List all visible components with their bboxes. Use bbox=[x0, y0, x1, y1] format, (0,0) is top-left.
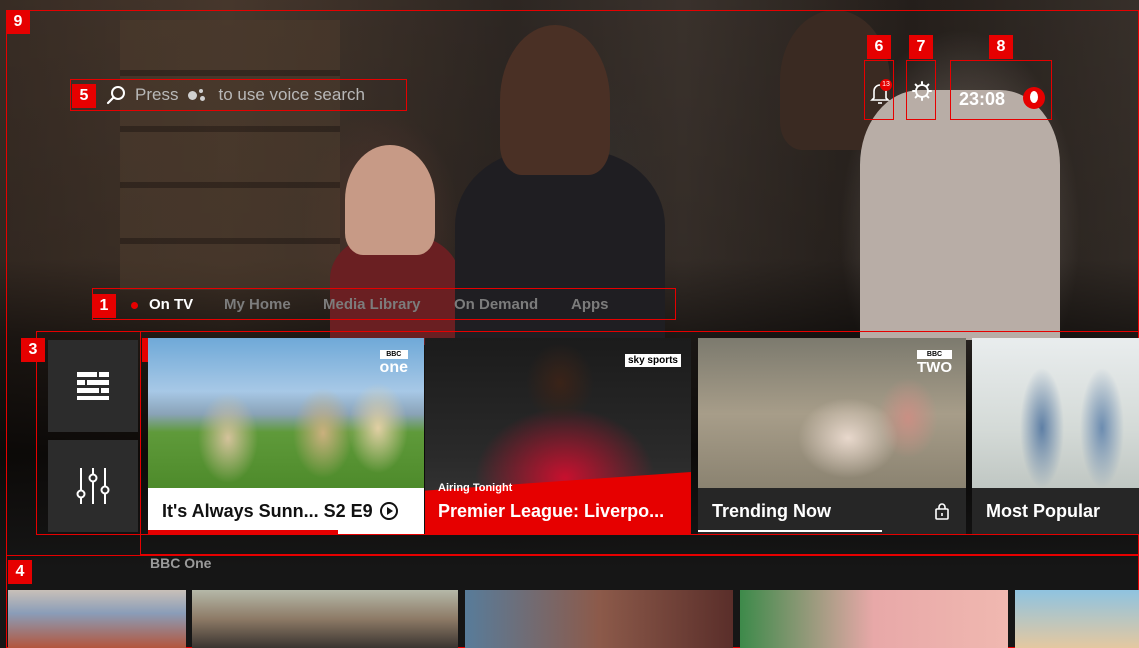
airing-tonight-badge: Airing Tonight bbox=[438, 482, 513, 494]
card-title-bar: Trending Now bbox=[698, 488, 966, 534]
guide-icon bbox=[77, 372, 109, 400]
nav-apps[interactable]: Apps bbox=[571, 296, 609, 313]
filters-button[interactable] bbox=[48, 440, 138, 532]
settings-button[interactable] bbox=[906, 60, 936, 120]
card-title-bar: Most Popular bbox=[972, 488, 1139, 534]
voice-search-bar[interactable]: Press to use voice search bbox=[70, 79, 407, 111]
card-title: Trending Now bbox=[712, 500, 831, 521]
voice-assistant-icon bbox=[188, 89, 208, 101]
clock-area: 23:08 bbox=[950, 60, 1052, 120]
card-title: Most Popular bbox=[986, 500, 1101, 521]
content-card[interactable]: sky sports Airing Tonight Premier League… bbox=[425, 338, 691, 534]
film-thumbnail bbox=[972, 338, 1139, 490]
play-icon[interactable] bbox=[379, 501, 399, 521]
annotation-label-8: 8 bbox=[989, 35, 1013, 59]
tv-home-screen: 9 Press to use voice search 5 6 13 7 8 2… bbox=[0, 0, 1139, 648]
card-title: Premier League: Liverpo... bbox=[438, 501, 665, 521]
annotation-label-6: 6 bbox=[867, 35, 891, 59]
search-icon bbox=[106, 86, 125, 105]
annotation-label-7: 7 bbox=[909, 35, 933, 59]
content-card-selected[interactable]: BBC one It's Always Sunn... S2 E9 bbox=[148, 338, 424, 534]
settings-icon bbox=[912, 81, 932, 101]
channel-logo-bbc-two: BBC TWO bbox=[917, 350, 952, 376]
watch-progress-bar bbox=[148, 530, 338, 534]
content-thumbnail[interactable] bbox=[740, 590, 1008, 648]
channel-logo-sky-sports: sky sports bbox=[624, 354, 681, 367]
nav-on-demand[interactable]: On Demand bbox=[454, 296, 538, 313]
period-drama-thumbnail: BBC TWO bbox=[698, 338, 966, 490]
most-popular-card[interactable]: Most Popular bbox=[972, 338, 1139, 534]
active-indicator-dot bbox=[131, 302, 138, 309]
card-title-bar: It's Always Sunn... S2 E9 bbox=[148, 488, 424, 534]
notifications-button[interactable]: 13 bbox=[864, 60, 894, 120]
search-prompt-prefix: Press bbox=[135, 85, 179, 104]
nav-on-tv[interactable]: On TV bbox=[149, 296, 193, 313]
content-thumbnail[interactable] bbox=[1015, 590, 1139, 648]
annotation-label-9: 9 bbox=[6, 10, 30, 34]
channel-logo-bbc-one: BBC one bbox=[379, 350, 408, 376]
annotation-label-4: 4 bbox=[8, 560, 32, 584]
vodafone-logo bbox=[1023, 87, 1045, 109]
content-thumbnail[interactable] bbox=[192, 590, 458, 648]
trending-now-card[interactable]: BBC TWO Trending Now bbox=[698, 338, 966, 534]
lock-icon bbox=[935, 503, 949, 520]
annotation-label-3: 3 bbox=[21, 338, 45, 362]
show-thumbnail: BBC one bbox=[148, 338, 424, 490]
annotation-label-1: 1 bbox=[92, 294, 116, 318]
card-underline bbox=[698, 530, 882, 532]
content-thumbnail[interactable] bbox=[465, 590, 733, 648]
search-prompt-suffix: to use voice search bbox=[218, 85, 365, 104]
nav-my-home[interactable]: My Home bbox=[224, 296, 291, 313]
annotation-label-5: 5 bbox=[72, 84, 96, 108]
card-title: It's Always Sunn... S2 E9 bbox=[162, 500, 373, 521]
notification-count-badge: 13 bbox=[880, 79, 892, 91]
tv-guide-button[interactable] bbox=[48, 340, 138, 432]
equalizer-icon bbox=[76, 468, 110, 504]
clock-time: 23:08 bbox=[959, 89, 1006, 109]
nav-media-library[interactable]: Media Library bbox=[323, 296, 421, 313]
content-thumbnail[interactable] bbox=[8, 590, 186, 648]
